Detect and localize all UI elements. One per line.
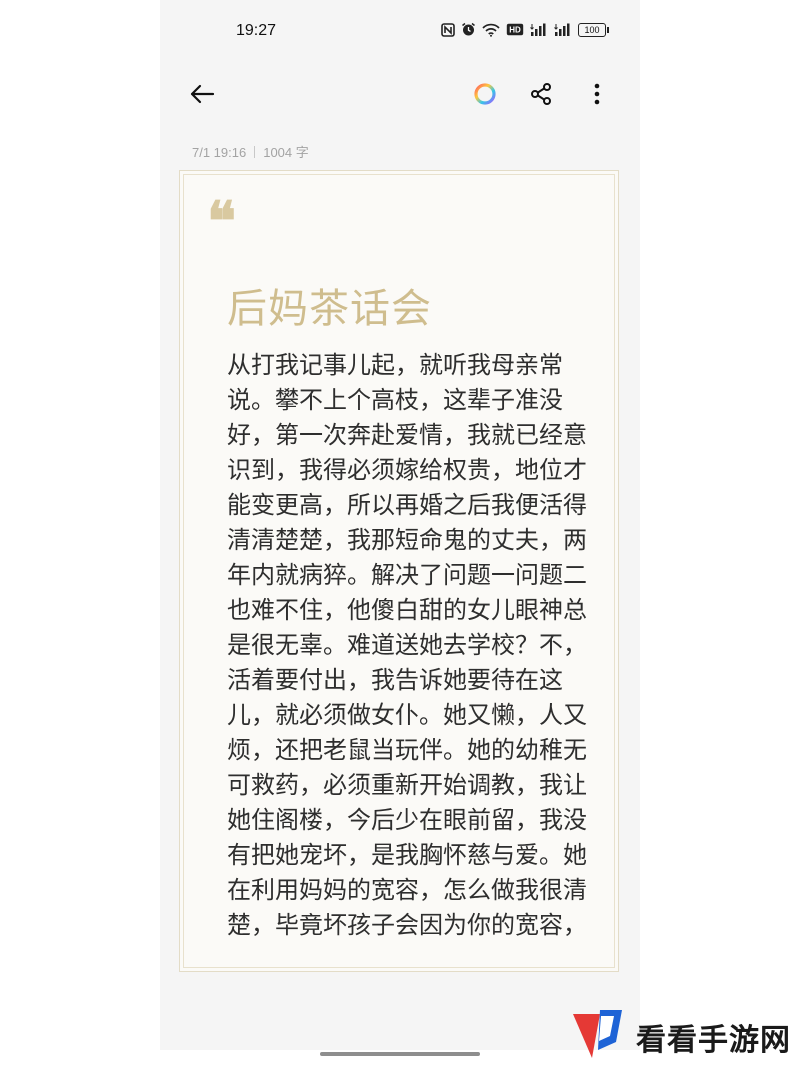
status-bar: 19:27 HD 100 (160, 0, 640, 62)
watermark-text: 看看手游网 (636, 1023, 791, 1058)
svg-text:HD: HD (509, 26, 521, 35)
body-line: 可救药，必须重新开始调教，我让 (227, 771, 587, 799)
body-line: 也难不住，他傻白甜的女儿眼神总 (227, 596, 587, 624)
body-line: 好，第一次奔赴爱情，我就已经意 (227, 421, 587, 449)
body-line: 清清楚楚，我那短命鬼的丈夫，两 (227, 526, 587, 554)
signal-icon (554, 23, 572, 37)
back-arrow-icon[interactable] (186, 78, 218, 110)
body-line: 能变更高，所以再婚之后我便活得 (227, 491, 587, 519)
status-icons: HD 100 (441, 22, 609, 37)
meta-divider (254, 146, 256, 158)
signal-icon (530, 23, 548, 37)
body-line: 她住阁楼，今后少在眼前留，我没 (227, 806, 587, 834)
phone-screen: 19:27 HD 100 7/1 19:16 1004 字 ❝ 后妈茶话会 从打… (160, 0, 640, 1050)
body-line: 烦，还把老鼠当玩伴。她的幼稚无 (227, 736, 587, 764)
body-line: 年内就病猝。解决了问题一问题二 (227, 561, 587, 589)
status-time: 19:27 (236, 22, 277, 39)
home-indicator[interactable] (320, 1052, 480, 1056)
note-word-count: 1004 字 (263, 145, 309, 160)
battery-icon: 100 (578, 22, 609, 37)
note-body[interactable]: 从打我记事儿起，就听我母亲常 说。攀不上个高枝，这辈子准没 好，第一次奔赴爱情，我就… (227, 348, 587, 943)
more-vertical-icon[interactable] (581, 78, 613, 110)
body-line: 有把她宠坏，是我胸怀慈与爱。她 (227, 841, 587, 869)
wifi-icon (482, 23, 500, 37)
body-line: 在利用妈妈的宽容，怎么做我很清 (227, 876, 587, 904)
body-line: 儿，就必须做女仆。她又懒，人又 (227, 701, 587, 729)
body-line: 说。攀不上个高枝，这辈子准没 (227, 386, 563, 414)
color-ring-icon[interactable] (469, 78, 501, 110)
body-line: 楚，毕竟坏孩子会因为你的宽容， (227, 911, 587, 939)
hd-icon: HD (506, 23, 524, 36)
note-title: 后妈茶话会 (227, 286, 432, 332)
note-datetime: 7/1 19:16 (192, 145, 247, 160)
alarm-icon (461, 22, 476, 37)
site-watermark: 看看手游网 (570, 1008, 791, 1066)
quote-mark-icon: ❝ (207, 189, 237, 253)
body-line: 识到，我得必须嫁给权贵，地位才 (227, 456, 587, 484)
share-icon[interactable] (525, 78, 557, 110)
note-meta: 7/1 19:16 1004 字 (192, 142, 309, 161)
body-line: 从打我记事儿起，就听我母亲常 (227, 351, 563, 379)
body-line: 活着要付出，我告诉她要待在这 (227, 666, 563, 694)
toolbar (160, 66, 640, 122)
body-line: 是很无辜。难道送她去学校？不， (227, 631, 587, 659)
watermark-logo-icon (570, 1008, 626, 1066)
nfc-icon (441, 22, 455, 37)
